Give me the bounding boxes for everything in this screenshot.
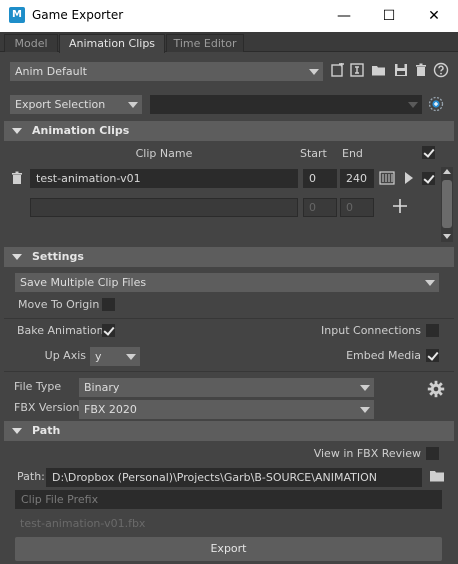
- move-to-origin-checkbox[interactable]: [102, 298, 115, 311]
- close-button[interactable]: ✕: [412, 0, 456, 32]
- clip-name-field[interactable]: test-animation-v01: [30, 169, 298, 188]
- divider: [4, 371, 454, 372]
- maya-app-icon: M: [9, 7, 25, 23]
- export-mode-dropdown[interactable]: Export Selection: [10, 95, 142, 114]
- file-type-value: Binary: [84, 381, 120, 394]
- export-mode-value: Export Selection: [15, 98, 106, 111]
- section-title: Settings: [32, 250, 84, 263]
- chevron-down-icon: [305, 62, 323, 81]
- collapse-arrow-icon: [12, 128, 22, 134]
- section-title: Path: [32, 424, 61, 437]
- clip-mode-value: Save Multiple Clip Files: [20, 276, 147, 289]
- timeline-range-icon[interactable]: [378, 171, 396, 190]
- new-clip-name-field[interactable]: [30, 198, 298, 217]
- export-set-dropdown[interactable]: [150, 95, 422, 114]
- rename-preset-icon[interactable]: [349, 63, 365, 82]
- up-axis-dropdown[interactable]: y: [90, 347, 140, 366]
- view-in-fbx-review-label: View in FBX Review: [313, 447, 421, 460]
- bake-animation-checkbox[interactable]: [102, 324, 115, 337]
- clip-end-field[interactable]: 240: [340, 169, 374, 188]
- move-to-origin-label: Move To Origin: [18, 298, 100, 311]
- save-icon[interactable]: [393, 63, 409, 82]
- window-title: Game Exporter: [32, 8, 124, 22]
- folder-open-icon[interactable]: [370, 63, 388, 82]
- path-field[interactable]: D:\Dropbox (Personal)\Projects\Garb\B-SO…: [46, 468, 422, 487]
- delete-clip-icon[interactable]: [9, 171, 25, 190]
- output-filename-preview: test-animation-v01.fbx: [20, 517, 146, 530]
- section-header-settings[interactable]: Settings: [4, 247, 454, 267]
- tab-model[interactable]: Model: [4, 34, 58, 52]
- input-connections-label: Input Connections: [321, 324, 421, 337]
- preset-value: Anim Default: [15, 65, 87, 78]
- add-clip-icon[interactable]: [390, 198, 410, 218]
- help-icon[interactable]: [432, 62, 450, 83]
- gear-icon[interactable]: [426, 380, 446, 403]
- select-all-checkbox[interactable]: [422, 146, 435, 159]
- clip-file-prefix-input[interactable]: Clip File Prefix: [15, 490, 442, 509]
- tab-time-editor[interactable]: Time Editor: [166, 34, 244, 52]
- collapse-arrow-icon: [12, 254, 22, 260]
- minimize-button[interactable]: —: [322, 0, 366, 32]
- new-clip-end-field[interactable]: 0: [340, 198, 374, 217]
- column-header-start: Start: [300, 147, 327, 160]
- section-header-animation-clips[interactable]: Animation Clips: [4, 121, 454, 141]
- column-header-end: End: [342, 147, 363, 160]
- chevron-down-icon: [356, 400, 374, 419]
- play-icon[interactable]: [402, 171, 416, 190]
- chevron-down-icon: [356, 378, 374, 397]
- fbx-version-label: FBX Version: [14, 401, 80, 414]
- clip-mode-dropdown[interactable]: Save Multiple Clip Files: [15, 273, 439, 292]
- clips-scrollbar-thumb[interactable]: [442, 180, 452, 228]
- clip-start-field[interactable]: 0: [303, 169, 337, 188]
- scroll-up-arrow-icon[interactable]: [443, 169, 451, 174]
- bake-animation-label: Bake Animation: [17, 324, 104, 337]
- delete-preset-icon[interactable]: [413, 63, 429, 82]
- tab-animation-clips[interactable]: Animation Clips: [59, 34, 165, 53]
- up-axis-value: y: [95, 350, 102, 363]
- clip-export-checkbox[interactable]: [422, 172, 435, 185]
- chevron-down-icon: [421, 273, 439, 292]
- chevron-down-icon: [404, 95, 422, 114]
- section-title: Animation Clips: [32, 124, 130, 137]
- column-header-clip-name: Clip Name: [135, 147, 193, 160]
- chevron-down-icon: [122, 347, 140, 366]
- fbx-version-dropdown[interactable]: FBX 2020: [79, 400, 374, 419]
- section-header-path[interactable]: Path: [4, 421, 454, 441]
- browse-folder-icon[interactable]: [428, 469, 446, 488]
- scroll-down-arrow-icon[interactable]: [443, 234, 451, 239]
- path-label: Path:: [17, 470, 45, 483]
- up-axis-label: Up Axis: [44, 349, 86, 362]
- export-button[interactable]: Export: [15, 537, 442, 561]
- embed-media-label: Embed Media: [346, 349, 421, 362]
- create-export-set-icon[interactable]: [426, 95, 446, 118]
- view-in-fbx-review-checkbox[interactable]: [426, 447, 439, 460]
- preset-dropdown[interactable]: Anim Default: [10, 62, 323, 81]
- add-preset-icon[interactable]: [330, 61, 346, 82]
- file-type-label: File Type: [14, 380, 62, 393]
- maximize-button[interactable]: ☐: [367, 0, 411, 32]
- new-clip-start-field[interactable]: 0: [303, 198, 337, 217]
- embed-media-checkbox[interactable]: [426, 349, 439, 362]
- collapse-arrow-icon: [12, 428, 22, 434]
- fbx-version-value: FBX 2020: [84, 403, 137, 416]
- divider: [4, 318, 454, 319]
- input-connections-checkbox[interactable]: [426, 324, 439, 337]
- chevron-down-icon: [124, 95, 142, 114]
- file-type-dropdown[interactable]: Binary: [79, 378, 374, 397]
